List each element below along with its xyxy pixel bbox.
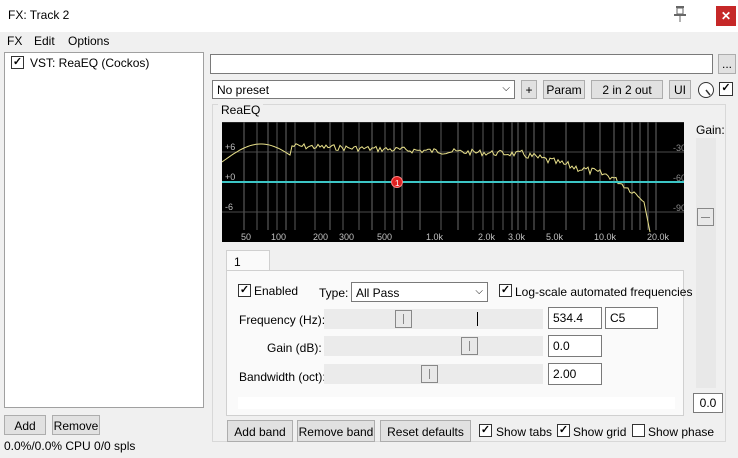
frequency-slider[interactable] (324, 309, 543, 329)
show-tabs-label: Show tabs (496, 425, 553, 439)
bandwidth-input[interactable]: 2.00 (548, 363, 602, 385)
close-icon[interactable]: ✕ (716, 6, 736, 26)
band-type-value: All Pass (356, 286, 400, 300)
freq-label: 3.0k (508, 232, 526, 242)
chevron-down-icon: ⌵ (502, 83, 510, 94)
fx-enable-checkbox[interactable]: ✓ (11, 56, 24, 69)
title-bar: FX: Track 2 ✕ (0, 0, 738, 32)
add-band-button[interactable]: Add band (227, 420, 293, 442)
output-gain-label: Gain: (696, 123, 725, 137)
output-gain-thumb[interactable] (697, 208, 714, 226)
gain-slider[interactable] (324, 336, 543, 356)
band-enabled-label: Enabled (254, 284, 299, 298)
reset-defaults-button[interactable]: Reset defaults (380, 420, 471, 442)
bypass-checkbox[interactable]: ✓ (719, 82, 733, 96)
fx-name-field[interactable] (210, 54, 713, 74)
eq-graph[interactable]: 1 +6 +0 -6 -30 -60 -90 50 100 200 300 50… (222, 122, 684, 242)
gain-thumb[interactable] (461, 337, 478, 355)
gain-label: Gain (dB): (267, 341, 322, 355)
output-gain-value[interactable]: 0.0 (693, 393, 723, 413)
show-phase-label: Show phase (648, 425, 715, 439)
bandwidth-label: Bandwidth (oct): (239, 370, 326, 384)
band-enabled-checkbox[interactable]: ✓ (238, 284, 251, 297)
freq-label: 2.0k (478, 232, 496, 242)
remove-fx-button[interactable]: Remove (52, 415, 100, 435)
fx-chain-list[interactable]: ✓ VST: ReaEQ (Cockos) (4, 52, 204, 408)
preset-value: No preset (217, 83, 270, 97)
db-label: +0 (225, 172, 235, 182)
param-button[interactable]: Param (543, 80, 585, 99)
fx-item-label: VST: ReaEQ (Cockos) (30, 56, 150, 70)
freq-label: 300 (339, 232, 354, 242)
menu-edit[interactable]: Edit (34, 34, 55, 48)
freq-label: 500 (377, 232, 392, 242)
db-label: +6 (225, 142, 235, 152)
show-grid-label: Show grid (573, 425, 627, 439)
band-type-label: Type: (319, 286, 349, 300)
pin-icon[interactable] (672, 5, 688, 23)
bandwidth-thumb[interactable] (421, 365, 438, 383)
show-tabs-checkbox[interactable]: ✓ (479, 424, 492, 437)
menu-bar: FX Edit Options (0, 32, 738, 50)
output-gain-slider[interactable] (696, 138, 716, 388)
add-preset-button[interactable]: + (521, 80, 537, 99)
gain-input[interactable]: 0.0 (548, 335, 602, 357)
band-scrollbar[interactable] (238, 397, 675, 409)
db-right-label: -90 (673, 203, 684, 213)
add-fx-button[interactable]: Add (4, 415, 46, 435)
show-phase-checkbox[interactable] (632, 424, 645, 437)
preset-dropdown[interactable]: No preset ⌵ (212, 80, 515, 99)
cpu-status: 0.0%/0.0% CPU 0/0 spls (4, 439, 136, 453)
tab-band-1[interactable]: 1 (226, 250, 270, 272)
menu-options[interactable]: Options (68, 34, 109, 48)
band-node-label: 1 (395, 179, 400, 188)
plugin-name: ReaEQ (218, 103, 264, 117)
ui-button[interactable]: UI (669, 80, 691, 99)
wet-knob-icon[interactable] (697, 81, 715, 99)
remove-band-button[interactable]: Remove band (297, 420, 375, 442)
freq-label: 5.0k (546, 232, 564, 242)
bandwidth-slider[interactable] (324, 364, 543, 384)
eq-grid (222, 122, 684, 230)
show-grid-checkbox[interactable]: ✓ (557, 424, 570, 437)
list-item[interactable]: ✓ VST: ReaEQ (Cockos) (5, 53, 203, 73)
io-button[interactable]: 2 in 2 out (591, 80, 663, 99)
frequency-thumb[interactable] (395, 310, 412, 328)
freq-label: 10.0k (594, 232, 617, 242)
freq-label: 20.0k (647, 232, 670, 242)
db-label: -6 (225, 202, 233, 212)
frequency-marker (477, 312, 478, 326)
window-title: FX: Track 2 (8, 8, 70, 22)
freq-label: 50 (241, 232, 251, 242)
db-right-label: -60 (673, 173, 684, 183)
log-scale-checkbox[interactable]: ✓ (499, 284, 512, 297)
band-type-dropdown[interactable]: All Pass ⌵ (351, 282, 488, 302)
more-button[interactable]: ... (718, 54, 736, 74)
note-input[interactable]: C5 (605, 307, 658, 329)
db-right-label: -30 (673, 143, 684, 153)
freq-label: 100 (271, 232, 286, 242)
frequency-label: Frequency (Hz): (239, 313, 326, 327)
frequency-input[interactable]: 534.4 (548, 307, 602, 329)
freq-label: 1.0k (426, 232, 444, 242)
chevron-down-icon: ⌵ (475, 286, 483, 297)
freq-label: 200 (313, 232, 328, 242)
log-scale-label: Log-scale automated frequencies (515, 285, 693, 299)
menu-fx[interactable]: FX (7, 34, 22, 48)
